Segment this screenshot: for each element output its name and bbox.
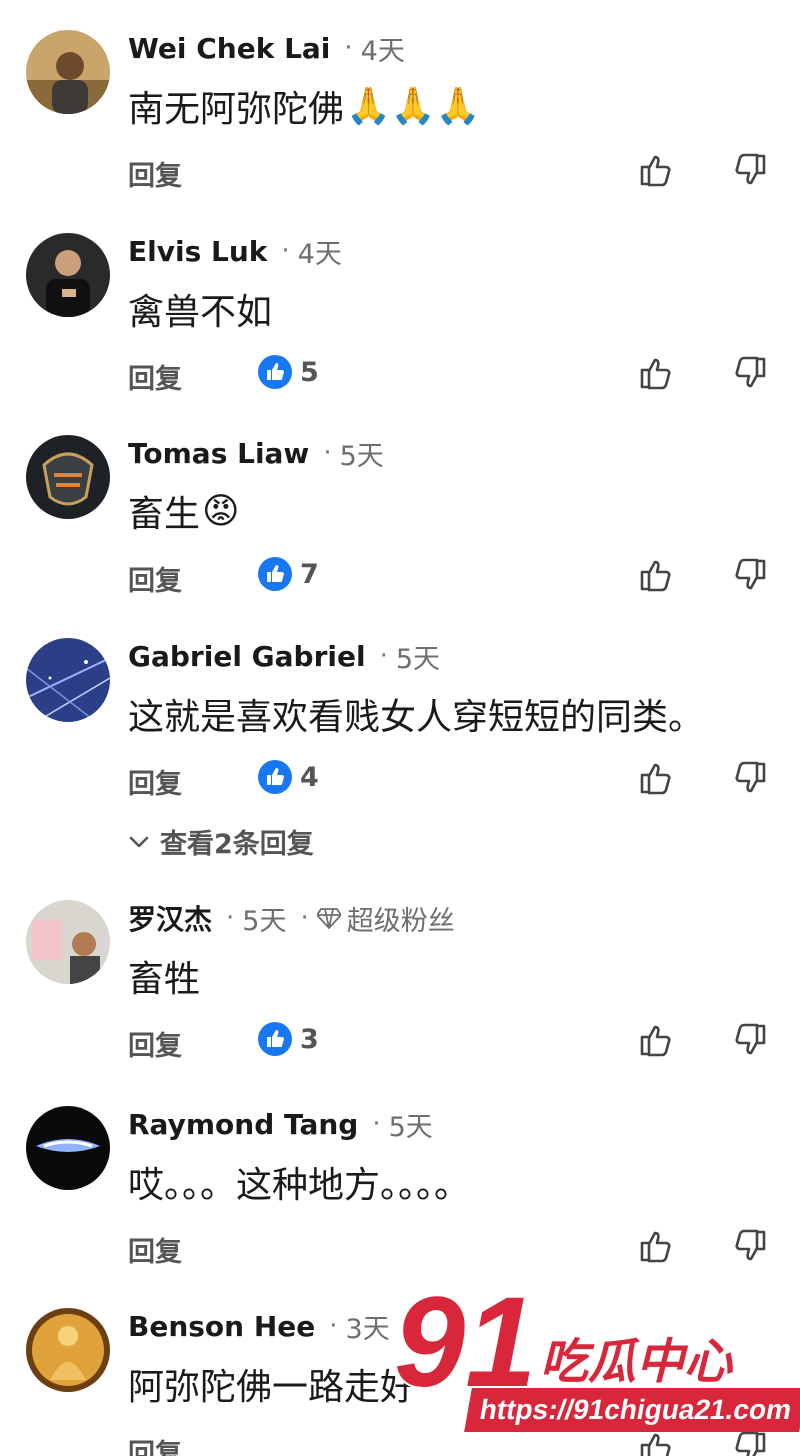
comment-actions: 回复 7 bbox=[0, 555, 800, 599]
like-count: 4 bbox=[258, 760, 319, 794]
thumbs-up-icon[interactable] bbox=[636, 758, 676, 798]
comment-text: 畜生 😡 bbox=[128, 485, 240, 537]
thumbs-up-icon[interactable] bbox=[636, 1226, 676, 1266]
like-reaction-icon bbox=[258, 1022, 292, 1056]
view-replies-button[interactable]: 查看2条回复 bbox=[128, 822, 314, 861]
separator-dot: · bbox=[372, 1109, 381, 1139]
like-reaction-icon bbox=[258, 760, 292, 794]
avatar[interactable] bbox=[26, 638, 110, 722]
separator-dot: · bbox=[300, 903, 309, 933]
comment-time: 5天 bbox=[339, 440, 384, 472]
comment-time: 5天 bbox=[395, 643, 441, 675]
comment-text: 阿弥陀佛一路走好 bbox=[128, 1358, 416, 1410]
separator-dot: · bbox=[226, 903, 235, 933]
comment-body: 禽兽不如 bbox=[128, 292, 273, 333]
thumbs-up-icon[interactable] bbox=[636, 555, 676, 595]
commenter-name[interactable]: 罗汉杰 bbox=[128, 898, 212, 938]
comment-body: 南无阿弥陀佛 bbox=[128, 89, 345, 130]
comment-actions: 回复 3 bbox=[0, 1020, 800, 1064]
badge-label: 超级粉丝 bbox=[346, 905, 455, 937]
reply-button[interactable]: 回复 bbox=[128, 1024, 182, 1063]
avatar[interactable] bbox=[26, 1106, 110, 1190]
comment-text: 哎。。。这种地方。。。。 bbox=[128, 1156, 470, 1208]
watermark-number-text: 91 bbox=[394, 1282, 536, 1402]
comment-actions: 回复 4 bbox=[0, 758, 800, 802]
comment-time: 5天 bbox=[242, 905, 287, 937]
commenter-name[interactable]: Raymond Tang bbox=[128, 1108, 358, 1141]
separator-dot: · bbox=[329, 1311, 338, 1341]
like-count-number: 3 bbox=[300, 1023, 319, 1055]
comment-body: 这就是喜欢看贱女人穿短短的同类。 bbox=[128, 697, 705, 738]
reply-button[interactable]: 回复 bbox=[128, 559, 182, 598]
thumbs-down-icon[interactable] bbox=[730, 1020, 770, 1060]
commenter-name[interactable]: Elvis Luk bbox=[128, 235, 267, 268]
comment-time: 5天 bbox=[388, 1111, 433, 1143]
reply-button[interactable]: 回复 bbox=[128, 762, 182, 801]
avatar[interactable] bbox=[26, 435, 110, 519]
separator-dot: · bbox=[379, 641, 388, 671]
like-count-number: 7 bbox=[300, 558, 319, 590]
top-fan-badge: 超级粉丝 bbox=[316, 899, 455, 938]
comment-body: 畜生 bbox=[128, 494, 201, 535]
reply-button[interactable]: 回复 bbox=[128, 154, 182, 193]
separator-dot: · bbox=[344, 33, 353, 63]
comment-body: 哎。。。这种地方。。。。 bbox=[128, 1165, 471, 1206]
thumbs-up-icon[interactable] bbox=[636, 1020, 676, 1060]
like-count-number: 5 bbox=[300, 356, 319, 388]
separator-dot: · bbox=[281, 236, 290, 266]
commenter-name[interactable]: Benson Hee bbox=[128, 1310, 315, 1343]
diamond-icon bbox=[316, 908, 341, 929]
thumbs-down-icon[interactable] bbox=[730, 758, 770, 798]
comment-actions: 回复 5 bbox=[0, 353, 800, 397]
avatar[interactable] bbox=[26, 30, 110, 114]
comment-time: 4天 bbox=[360, 35, 405, 67]
comment-time: 4天 bbox=[297, 238, 342, 270]
watermark: 91 吃瓜中心 https://91chigua21.com bbox=[390, 1282, 800, 1456]
comment-time: 3天 bbox=[345, 1313, 390, 1345]
like-count: 3 bbox=[258, 1022, 319, 1056]
like-reaction-icon bbox=[258, 557, 292, 591]
thumbs-down-icon[interactable] bbox=[730, 555, 770, 595]
watermark-url: https://91chigua21.com bbox=[464, 1388, 800, 1432]
chevron-down-icon bbox=[129, 836, 149, 847]
commenter-name[interactable]: Tomas Liaw bbox=[128, 437, 309, 470]
thumbs-down-icon[interactable] bbox=[730, 150, 770, 190]
angry-face-emoji: 😡 bbox=[202, 490, 240, 532]
avatar[interactable] bbox=[26, 1308, 110, 1392]
comment-actions: 回复 bbox=[0, 1226, 800, 1270]
thumbs-down-icon[interactable] bbox=[730, 353, 770, 393]
thumbs-up-icon[interactable] bbox=[636, 150, 676, 190]
comment-body: 阿弥陀佛一路走好 bbox=[128, 1367, 417, 1408]
thumbs-down-icon[interactable] bbox=[730, 1226, 770, 1266]
comment-text: 这就是喜欢看贱女人穿短短的同类。 bbox=[128, 688, 704, 740]
avatar[interactable] bbox=[26, 233, 110, 317]
comment-text: 畜牲 bbox=[128, 950, 200, 1002]
reply-button[interactable]: 回复 bbox=[128, 357, 182, 396]
reply-button[interactable]: 回复 bbox=[128, 1432, 182, 1456]
like-count-number: 4 bbox=[300, 761, 319, 793]
commenter-name[interactable]: Wei Chek Lai bbox=[128, 32, 330, 65]
comment-body: 畜牲 bbox=[128, 959, 201, 1000]
avatar[interactable] bbox=[26, 900, 110, 984]
reply-button[interactable]: 回复 bbox=[128, 1230, 182, 1269]
comment-text: 禽兽不如 bbox=[128, 283, 272, 335]
view-replies-label: 查看2条回复 bbox=[160, 829, 314, 860]
watermark-number: 91 bbox=[392, 1282, 538, 1402]
separator-dot: · bbox=[323, 438, 332, 468]
comment-actions: 回复 bbox=[0, 150, 800, 194]
like-reaction-icon bbox=[258, 355, 292, 389]
like-count: 5 bbox=[258, 355, 319, 389]
watermark-brand: 吃瓜中心 bbox=[540, 1334, 733, 1390]
commenter-name[interactable]: Gabriel Gabriel bbox=[128, 640, 366, 673]
thumbs-up-icon[interactable] bbox=[636, 353, 676, 393]
like-count: 7 bbox=[258, 557, 319, 591]
comment-text: 南无阿弥陀佛 🙏🙏🙏 bbox=[128, 80, 481, 132]
pray-emoji: 🙏🙏🙏 bbox=[346, 86, 481, 127]
